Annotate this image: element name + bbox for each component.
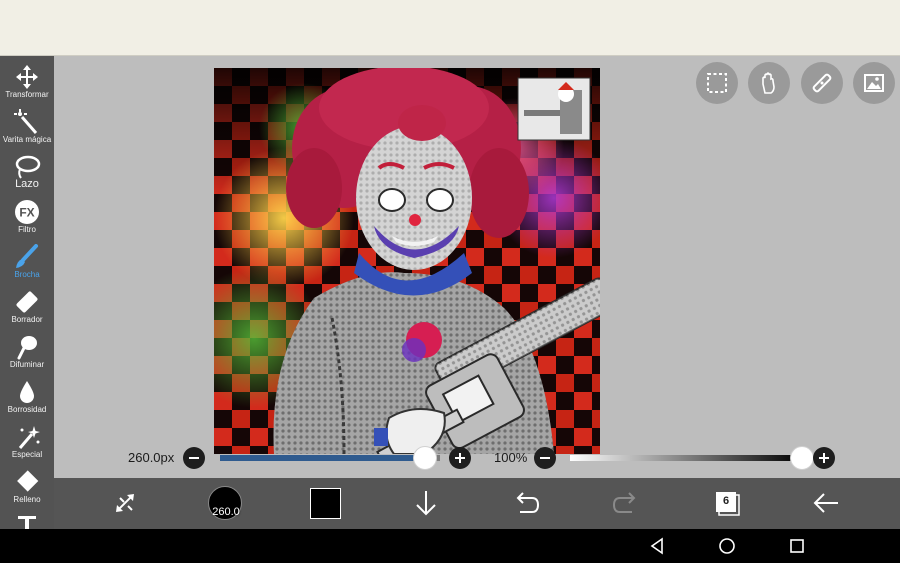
tool-label: Filtro bbox=[18, 225, 36, 234]
brush-preview-button[interactable]: 260.0 bbox=[208, 486, 244, 520]
image-icon bbox=[864, 74, 884, 92]
swap-arrows-icon bbox=[116, 494, 134, 512]
tool-smudge[interactable]: Difuminar bbox=[0, 330, 54, 375]
selection-icon bbox=[707, 73, 727, 93]
smudge-icon bbox=[17, 336, 37, 360]
hand-icon bbox=[762, 72, 775, 94]
brush-size-increase-button[interactable] bbox=[449, 447, 471, 469]
tool-text[interactable] bbox=[0, 509, 54, 529]
brush-size-decrease-button[interactable] bbox=[183, 447, 205, 469]
undo-icon bbox=[516, 492, 540, 513]
undo-button[interactable] bbox=[508, 486, 544, 520]
artwork-illustration bbox=[214, 68, 600, 454]
nav-recents-icon[interactable] bbox=[788, 537, 806, 555]
move-arrows-icon bbox=[16, 65, 38, 89]
tool-label: Transformar bbox=[5, 90, 49, 99]
opacity-slider[interactable] bbox=[570, 455, 802, 461]
tool-lasso[interactable]: Lazo bbox=[0, 150, 54, 195]
brush-preview-label: 260.0 bbox=[212, 506, 240, 518]
plus-icon bbox=[819, 453, 829, 463]
brush-size-slider[interactable] bbox=[220, 455, 440, 461]
redo-button[interactable] bbox=[608, 486, 644, 520]
brush-size-slider-knob[interactable] bbox=[412, 446, 437, 470]
system-nav-bar bbox=[0, 529, 900, 563]
current-color-swatch bbox=[310, 488, 341, 519]
opacity-increase-button[interactable] bbox=[813, 447, 835, 469]
ruler-icon bbox=[812, 73, 832, 93]
blur-drop-icon bbox=[20, 381, 34, 403]
tool-magic-wand[interactable]: Varita mágica bbox=[0, 105, 54, 150]
tool-fill[interactable]: Relleno bbox=[0, 465, 54, 510]
layers-count: 6 bbox=[722, 495, 730, 507]
tool-label: Borrosidad bbox=[7, 405, 47, 414]
tool-label: Brocha bbox=[14, 270, 40, 279]
tool-label: Varita mágica bbox=[2, 135, 52, 144]
color-picker-button[interactable] bbox=[308, 486, 344, 520]
brush-size-value: 260.0px bbox=[128, 450, 175, 465]
bottom-bar: 260.0 6 bbox=[54, 478, 900, 529]
ruler-button[interactable] bbox=[801, 62, 843, 104]
fill-bucket-icon bbox=[17, 470, 39, 492]
minus-icon bbox=[189, 457, 199, 459]
image-button[interactable] bbox=[853, 62, 895, 104]
tool-transform[interactable]: Transformar bbox=[0, 60, 54, 105]
plus-icon bbox=[455, 453, 465, 463]
arrow-down-icon bbox=[416, 491, 436, 516]
back-button[interactable] bbox=[808, 486, 844, 520]
text-icon bbox=[18, 516, 36, 529]
tool-filter[interactable]: FX Filtro bbox=[0, 195, 54, 240]
redo-icon bbox=[612, 492, 636, 513]
slider-row: 260.0px 100% bbox=[0, 445, 900, 471]
transform-mode-button[interactable] bbox=[108, 486, 144, 520]
layers-button[interactable]: 6 bbox=[708, 486, 744, 520]
opacity-slider-knob[interactable] bbox=[790, 446, 814, 470]
brush-icon bbox=[16, 244, 38, 268]
magic-wand-icon bbox=[14, 109, 38, 134]
selection-button[interactable] bbox=[696, 62, 738, 104]
opacity-value: 100% bbox=[494, 450, 528, 465]
eraser-icon bbox=[16, 291, 38, 313]
top-bar bbox=[0, 0, 900, 56]
tool-label: Difuminar bbox=[9, 360, 45, 369]
tool-brush[interactable]: Brocha bbox=[0, 240, 54, 285]
tool-label: Borrador bbox=[11, 315, 43, 324]
opacity-decrease-button[interactable] bbox=[534, 447, 556, 469]
app-window: Transformar Varita mágica Lazo FX Filtro bbox=[0, 0, 900, 563]
nav-home-icon[interactable] bbox=[718, 537, 736, 555]
minus-icon bbox=[540, 457, 550, 459]
nav-back-icon[interactable] bbox=[648, 537, 666, 555]
lasso-icon bbox=[15, 155, 41, 179]
arrow-left-icon bbox=[813, 493, 838, 513]
save-download-button[interactable] bbox=[408, 486, 444, 520]
tool-label: Lazo bbox=[15, 178, 39, 190]
svg-text:FX: FX bbox=[19, 206, 34, 220]
fx-icon: FX bbox=[15, 200, 39, 224]
hand-button[interactable] bbox=[748, 62, 790, 104]
tool-eraser[interactable]: Borrador bbox=[0, 285, 54, 330]
tool-blur[interactable]: Borrosidad bbox=[0, 375, 54, 420]
brush-size-slider-fill bbox=[220, 455, 425, 461]
drawing-canvas[interactable] bbox=[214, 68, 600, 454]
tool-label: Relleno bbox=[13, 495, 41, 504]
